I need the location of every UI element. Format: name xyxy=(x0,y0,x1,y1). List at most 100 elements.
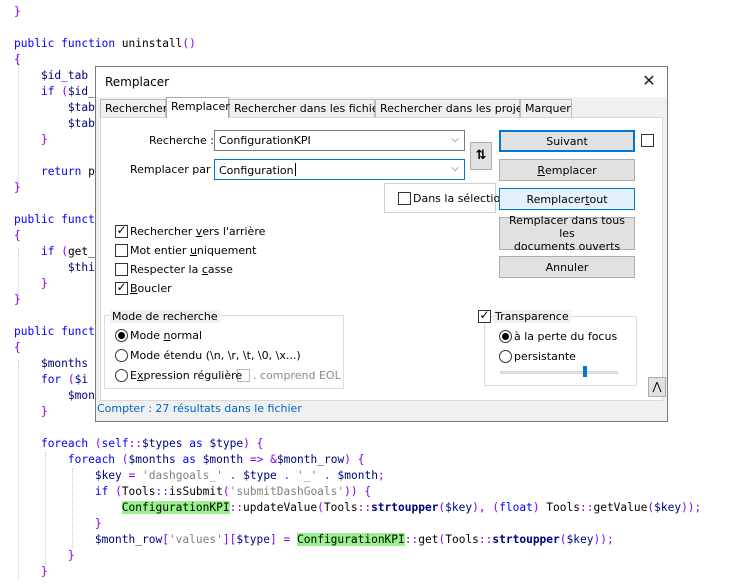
tab-mark[interactable]: Marquer xyxy=(520,99,572,117)
code-token: Tools xyxy=(445,533,479,546)
code-line[interactable]: } xyxy=(14,516,102,532)
code-token: { xyxy=(256,437,264,450)
collapse-icon[interactable]: ⋀ xyxy=(648,377,666,397)
replace-all-open-docs-button[interactable]: Remplacer dans tous les documents ouverts xyxy=(499,214,635,253)
code-line[interactable]: } xyxy=(14,132,48,148)
radio-dot-icon xyxy=(118,332,125,339)
code-line[interactable]: $tab xyxy=(14,100,95,116)
chevron-down-icon[interactable]: ⌵ xyxy=(449,133,461,147)
match-case-checkbox[interactable] xyxy=(115,263,128,276)
close-icon[interactable]: ✕ xyxy=(640,72,658,90)
code-line[interactable]: $months xyxy=(14,356,88,372)
code-line[interactable]: } xyxy=(14,276,48,292)
whole-word-checkbox[interactable] xyxy=(115,244,128,257)
code-token: $month xyxy=(202,453,244,466)
code-line[interactable]: public function uninstall() xyxy=(14,36,196,52)
transparency-always-radio[interactable] xyxy=(499,350,512,363)
transparency-slider-thumb[interactable] xyxy=(582,366,587,377)
transparency-on-blur-label: à la perte du focus xyxy=(514,330,618,343)
mode-normal-radio[interactable] xyxy=(115,329,128,342)
code-line[interactable]: { xyxy=(14,52,21,68)
cancel-button[interactable]: Annuler xyxy=(499,256,635,278)
code-line[interactable]: ConfigurationKPI::updateValue(Tools::str… xyxy=(14,500,701,516)
code-line[interactable]: for ($i xyxy=(14,372,88,388)
search-input[interactable]: ConfigurationKPI ⌵ xyxy=(214,130,465,151)
code-token: Tools xyxy=(323,501,358,514)
code-token: )); xyxy=(593,533,614,546)
code-token: $type xyxy=(236,533,270,546)
code-token: :: xyxy=(357,501,372,514)
replace-all-button[interactable]: Remplacer t out xyxy=(499,188,635,210)
code-token: { xyxy=(364,485,372,498)
mode-regex-radio[interactable] xyxy=(115,369,128,382)
code-line[interactable]: } xyxy=(14,548,75,564)
code-line[interactable]: if (get_ xyxy=(14,244,95,260)
code-line[interactable]: } xyxy=(14,180,21,196)
tab-replace[interactable]: Remplacer xyxy=(166,97,230,118)
code-line[interactable]: foreach ($months as $month => &$month_ro… xyxy=(14,452,365,468)
code-line[interactable]: } xyxy=(14,564,48,580)
wrap-around-checkbox[interactable]: ✓ xyxy=(115,280,128,295)
code-token: { xyxy=(14,53,21,66)
code-token: if xyxy=(40,85,55,98)
replace-input[interactable]: Configuration ⌵ xyxy=(214,159,465,180)
swap-icon[interactable]: ⇅ xyxy=(470,142,492,170)
chevron-down-icon[interactable]: ⌵ xyxy=(449,162,461,176)
code-line[interactable]: if ($id_ xyxy=(14,84,95,100)
code-line[interactable]: public funct xyxy=(14,324,95,340)
code-line[interactable]: foreach (self::$types as $type) { xyxy=(14,436,263,452)
tab-find-in-projects[interactable]: Rechercher dans les projets xyxy=(375,99,533,117)
code-line[interactable]: { xyxy=(14,340,21,356)
code-line[interactable]: { xyxy=(14,228,21,244)
extra-option-checkbox[interactable] xyxy=(641,134,654,147)
code-token: } xyxy=(14,181,21,194)
code-line[interactable]: $id_tab xyxy=(14,68,88,84)
transparency-checkbox[interactable]: ✓ xyxy=(478,308,491,323)
code-line[interactable]: return p xyxy=(14,164,95,180)
code-line[interactable]: public funct xyxy=(14,212,95,228)
code-line[interactable]: } xyxy=(14,4,21,20)
code-token: as xyxy=(182,453,196,466)
code-line[interactable]: } xyxy=(14,292,21,308)
code-line[interactable]: if (Tools::isSubmit('submitDashGoals')) … xyxy=(14,484,371,500)
transparency-on-blur-radio[interactable] xyxy=(499,330,512,343)
code-line[interactable]: } xyxy=(14,404,48,420)
backward-checkbox[interactable]: ✓ xyxy=(115,223,128,238)
tab-find-in-files[interactable]: Rechercher dans les fichiers xyxy=(229,99,389,117)
in-selection-checkbox[interactable] xyxy=(398,192,411,205)
transparency-slider[interactable] xyxy=(500,371,618,374)
code-token: :: xyxy=(404,533,419,546)
mode-extended-radio[interactable] xyxy=(115,349,128,362)
search-label: Recherche : xyxy=(149,134,214,147)
code-token: } xyxy=(40,565,48,578)
code-line[interactable]: $thi xyxy=(14,260,95,276)
replace-button[interactable]: Remplacer xyxy=(499,159,635,181)
replace-value: Configuration xyxy=(219,163,296,177)
code-token: :: xyxy=(229,501,244,514)
code-token: funct xyxy=(61,325,95,338)
code-token: [ xyxy=(162,533,169,546)
code-token: '_' xyxy=(297,469,318,482)
code-token: updateValue xyxy=(243,501,318,514)
tab-find[interactable]: Rechercher xyxy=(100,99,167,117)
dialog-titlebar[interactable]: Remplacer ✕ xyxy=(96,67,667,97)
code-token: $tab xyxy=(67,117,95,130)
code-line[interactable]: $mon xyxy=(14,388,95,404)
code-line[interactable]: $key = 'dashgoals_' . $type . '_' . $mon… xyxy=(14,468,385,484)
code-token: ) xyxy=(472,501,479,514)
find-next-button[interactable]: Suivant xyxy=(499,130,635,152)
code-token: $tab xyxy=(67,101,95,114)
code-token: isSubmit xyxy=(168,485,223,498)
code-line[interactable]: $month_row['values'][$type] = Configurat… xyxy=(14,532,614,548)
code-token: ( xyxy=(61,85,68,98)
code-line[interactable]: $tab xyxy=(14,116,95,132)
